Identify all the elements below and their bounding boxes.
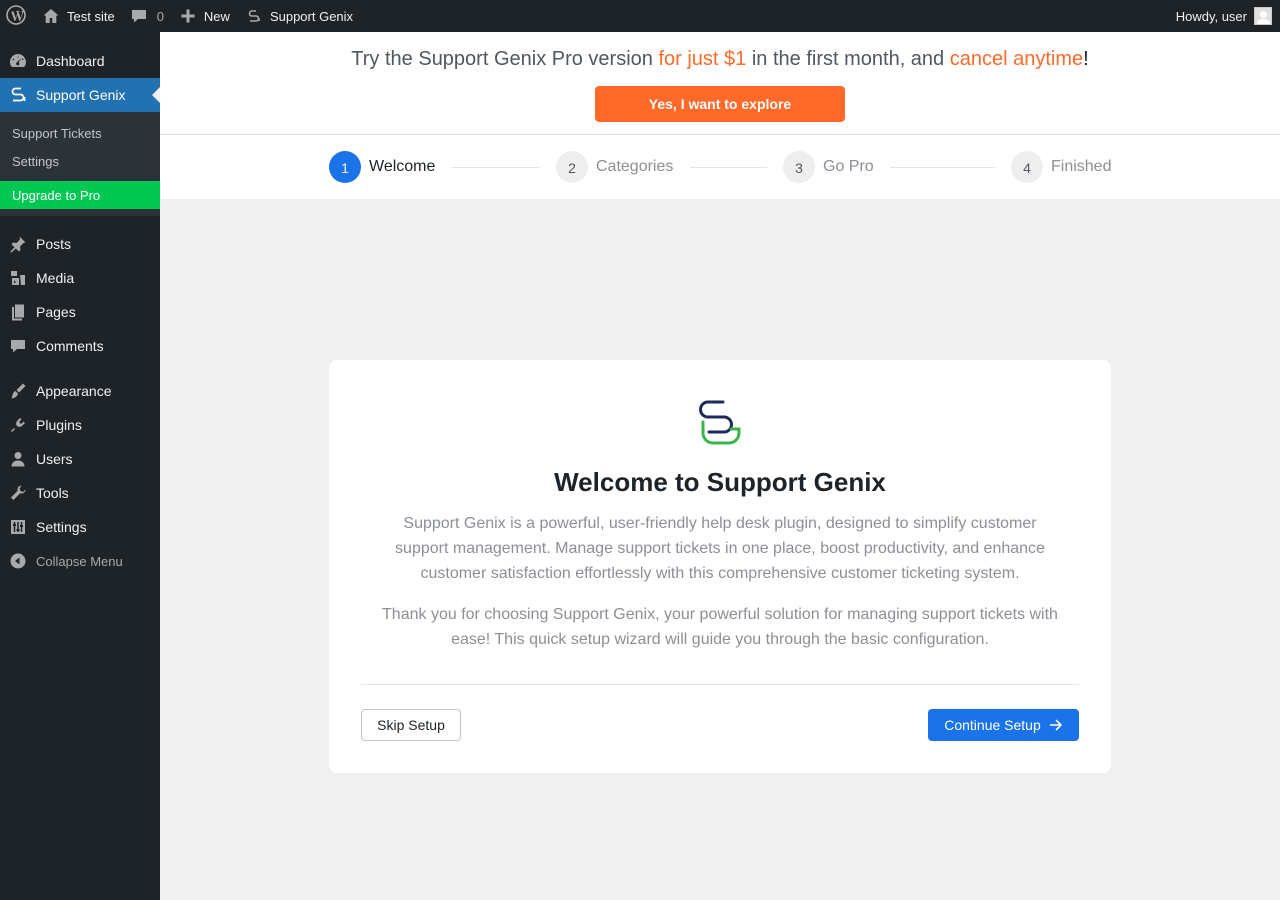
collapse-arrow-icon <box>8 551 28 571</box>
wordpress-logo-button[interactable] <box>0 0 34 32</box>
welcome-card: Welcome to Support Genix Support Genix i… <box>329 360 1111 773</box>
step-welcome[interactable]: 1 Welcome <box>329 151 435 183</box>
new-label: New <box>203 8 230 24</box>
submenu-item-support-tickets[interactable]: Support Tickets <box>0 119 160 147</box>
intro-paragraph: Support Genix is a powerful, user-friend… <box>395 515 1045 582</box>
step-number: 2 <box>556 151 588 183</box>
brush-icon <box>8 381 28 401</box>
step-number: 4 <box>1011 151 1043 183</box>
sidebar-item-settings[interactable]: Settings <box>0 510 160 544</box>
sidebar-item-support-genix[interactable]: Support Genix <box>0 78 160 112</box>
home-icon <box>41 6 61 26</box>
admin-sidebar: Dashboard Support Genix Support Tickets … <box>0 32 160 900</box>
support-genix-logo-icon <box>697 398 743 448</box>
dashboard-icon <box>8 51 28 71</box>
step-label: Finished <box>1051 158 1112 175</box>
wordpress-logo-icon <box>6 4 26 28</box>
setup-wizard-steps: 1 Welcome 2 Categories 3 Go Pro 4 Finish… <box>160 135 1280 199</box>
main-content: Try the Support Genix Pro version for ju… <box>160 32 1280 900</box>
support-genix-icon <box>8 85 28 105</box>
sidebar-item-comments[interactable]: Comments <box>0 329 160 363</box>
step-label: Welcome <box>369 158 436 175</box>
sidebar-item-posts[interactable]: Posts <box>0 227 160 261</box>
media-icon <box>8 268 28 288</box>
pages-icon <box>8 302 28 322</box>
site-name-link[interactable]: Test site <box>34 0 122 32</box>
step-go-pro[interactable]: 3 Go Pro <box>783 151 874 183</box>
promo-price-highlight: for just $1 <box>658 48 747 70</box>
plugin-icon <box>8 415 28 435</box>
card-divider <box>361 684 1079 685</box>
support-genix-icon <box>244 6 264 26</box>
welcome-title: Welcome to Support Genix <box>554 467 886 497</box>
avatar <box>1254 7 1272 25</box>
admin-bar: Test site 0 New Support Genix Howdy, use… <box>0 0 1280 32</box>
step-label: Categories <box>596 158 674 175</box>
sliders-icon <box>8 517 28 537</box>
my-account-link[interactable]: Howdy, user <box>1176 0 1280 32</box>
support-genix-adminbar-label: Support Genix <box>269 8 354 24</box>
step-number: 1 <box>329 151 361 183</box>
comment-bubble-icon <box>129 6 149 26</box>
step-connector <box>890 167 995 168</box>
promo-message: Try the Support Genix Pro version for ju… <box>351 48 1089 70</box>
continue-setup-button[interactable]: Continue Setup <box>928 709 1079 741</box>
arrow-right-icon <box>1049 718 1063 732</box>
comment-icon <box>8 336 28 356</box>
continue-setup-label: Continue Setup <box>944 717 1041 733</box>
pin-icon <box>8 234 28 254</box>
step-finished[interactable]: 4 Finished <box>1011 151 1111 183</box>
step-number: 3 <box>783 151 815 183</box>
sidebar-item-dashboard[interactable]: Dashboard <box>0 44 160 78</box>
explore-pro-button[interactable]: Yes, I want to explore <box>595 86 845 122</box>
plus-icon <box>178 6 198 26</box>
sidebar-item-plugins[interactable]: Plugins <box>0 408 160 442</box>
pro-promo-banner: Try the Support Genix Pro version for ju… <box>160 32 1280 135</box>
site-name-label: Test site <box>67 8 115 24</box>
thank-you-paragraph: Thank you for choosing Support Genix, yo… <box>382 606 1058 648</box>
wrench-icon <box>8 483 28 503</box>
sidebar-item-users[interactable]: Users <box>0 442 160 476</box>
step-connector <box>451 167 540 168</box>
comments-count: 0 <box>156 8 164 24</box>
step-categories[interactable]: 2 Categories <box>556 151 673 183</box>
user-icon <box>8 449 28 469</box>
submenu-item-upgrade-to-pro[interactable]: Upgrade to Pro <box>0 181 160 209</box>
sidebar-item-pages[interactable]: Pages <box>0 295 160 329</box>
support-genix-submenu: Support Tickets Settings Upgrade to Pro <box>0 112 160 216</box>
howdy-label: Howdy, user <box>1175 8 1247 24</box>
comments-link[interactable]: 0 <box>122 0 171 32</box>
step-label: Go Pro <box>823 158 874 175</box>
skip-setup-button[interactable]: Skip Setup <box>361 709 461 741</box>
sidebar-item-appearance[interactable]: Appearance <box>0 374 160 408</box>
new-content-link[interactable]: New <box>171 0 237 32</box>
step-connector <box>690 167 767 168</box>
sidebar-item-tools[interactable]: Tools <box>0 476 160 510</box>
promo-cancel-highlight: cancel anytime <box>949 48 1084 70</box>
collapse-menu-button[interactable]: Collapse Menu <box>0 544 160 578</box>
submenu-item-settings[interactable]: Settings <box>0 147 160 175</box>
sidebar-item-media[interactable]: Media <box>0 261 160 295</box>
support-genix-adminbar-link[interactable]: Support Genix <box>237 0 360 32</box>
